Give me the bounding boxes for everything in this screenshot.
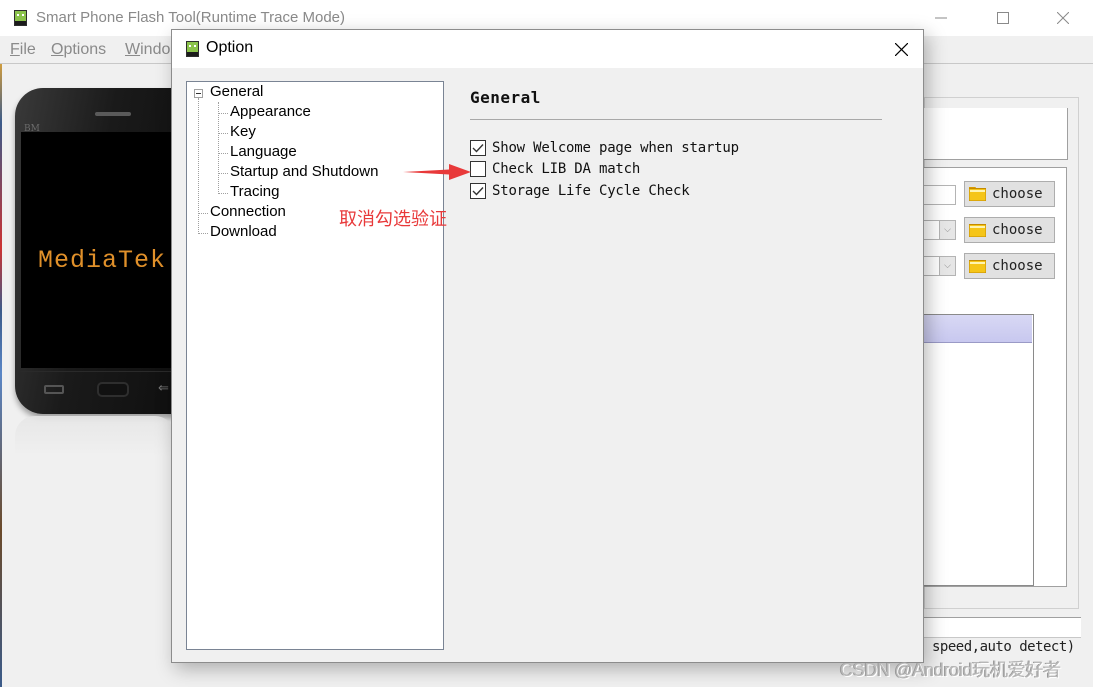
maximize-button[interactable]: [980, 0, 1026, 36]
choose-button-label: choose: [992, 222, 1043, 238]
tree-item-key[interactable]: Key: [230, 123, 256, 140]
desktop-background-strip: [0, 60, 2, 687]
tree-connector: [218, 193, 228, 194]
maximize-icon: [997, 12, 1009, 24]
menu-options-accel: O: [51, 41, 64, 58]
checkmark-icon: [472, 144, 484, 153]
partition-list-header[interactable]: [924, 315, 1032, 343]
option-show-welcome-page[interactable]: Show Welcome page when startup: [470, 139, 739, 157]
scatter-file-combo[interactable]: ⌵: [924, 220, 956, 240]
partition-list[interactable]: [924, 314, 1034, 586]
choose-button-2[interactable]: choose: [964, 217, 1055, 243]
annotation-arrow-icon: [403, 164, 471, 180]
choose-button-1[interactable]: choose: [964, 181, 1055, 207]
option-label: Show Welcome page when startup: [492, 140, 739, 156]
close-icon: [894, 42, 908, 56]
tree-connector: [218, 113, 228, 114]
tree-item-startup-and-shutdown[interactable]: Startup and Shutdown: [230, 163, 378, 180]
option-label: Check LIB DA match: [492, 161, 641, 177]
close-icon: [1057, 12, 1069, 24]
phone-speaker: [95, 112, 131, 116]
checkmark-icon: [472, 187, 484, 196]
tree-collapse-toggle[interactable]: [194, 89, 203, 98]
phone-reflection: [15, 416, 175, 456]
menu-window-accel: W: [125, 41, 141, 58]
tree-item-tracing[interactable]: Tracing: [230, 183, 279, 200]
choose-button-label: choose: [992, 258, 1043, 274]
status-bar-top: [924, 617, 1081, 637]
menu-options-label: ptions: [63, 41, 107, 58]
tree-item-language[interactable]: Language: [230, 143, 297, 160]
android-app-icon: [14, 10, 27, 26]
dialog-title: Option: [206, 39, 254, 56]
tree-connector: [218, 133, 228, 134]
option-check-lib-da-match[interactable]: Check LIB DA match: [470, 160, 640, 178]
main-top-box: [924, 108, 1068, 160]
section-title: General: [470, 88, 541, 107]
phone-home-key-icon: [97, 382, 129, 397]
chevron-down-icon[interactable]: ⌵: [939, 221, 955, 239]
auth-file-combo[interactable]: ⌵: [924, 256, 956, 276]
chevron-down-icon[interactable]: ⌵: [939, 257, 955, 275]
status-bar: speed,auto detect): [924, 637, 1081, 657]
tree-connector: [218, 153, 228, 154]
menu-file-accel: F: [10, 41, 20, 58]
option-storage-life-cycle-check[interactable]: Storage Life Cycle Check: [470, 182, 690, 200]
tree-connector: [218, 102, 219, 192]
menu-file-label: ile: [19, 41, 36, 58]
folder-icon: [969, 260, 986, 273]
tree-item-appearance[interactable]: Appearance: [230, 103, 311, 120]
minimize-button[interactable]: [918, 0, 964, 36]
tree-item-download[interactable]: Download: [210, 223, 277, 240]
file-path-input[interactable]: [924, 185, 956, 205]
dialog-close-button[interactable]: [887, 36, 915, 62]
minimize-icon: [935, 17, 947, 19]
tree-connector: [198, 213, 208, 214]
main-window-title: Smart Phone Flash Tool(Runtime Trace Mod…: [36, 9, 346, 26]
storage-life-cycle-checkbox[interactable]: [470, 183, 486, 199]
option-dialog: Option General Appearance Key Language S…: [171, 29, 924, 663]
tree-item-connection[interactable]: Connection: [210, 203, 286, 220]
status-text: speed,auto detect): [932, 639, 1075, 655]
phone-menu-key-icon: [44, 385, 64, 394]
menu-file[interactable]: File: [10, 41, 36, 59]
dialog-titlebar[interactable]: Option: [172, 30, 923, 68]
tree-connector: [198, 98, 199, 232]
menu-options[interactable]: Options: [51, 41, 106, 59]
android-app-icon: [186, 41, 199, 57]
phone-screen-text: MediaTek: [38, 246, 167, 275]
close-button[interactable]: [1040, 0, 1086, 36]
phone-back-key-icon: ⇐: [158, 381, 169, 396]
menu-window[interactable]: Windo: [125, 41, 170, 59]
option-label: Storage Life Cycle Check: [492, 183, 690, 199]
watermark: CSDN @Android玩机爱好者: [840, 660, 1061, 680]
tree-connector: [198, 233, 208, 234]
choose-button-3[interactable]: choose: [964, 253, 1055, 279]
section-divider: [470, 119, 882, 120]
tree-item-general[interactable]: General: [210, 83, 263, 100]
menu-window-label: indo: [140, 41, 171, 58]
choose-button-label: choose: [992, 186, 1043, 202]
folder-icon: [969, 187, 986, 201]
folder-icon: [969, 224, 986, 237]
screen: Smart Phone Flash Tool(Runtime Trace Mod…: [0, 0, 1093, 687]
annotation-text: 取消勾选验证: [339, 209, 447, 230]
show-welcome-checkbox[interactable]: [470, 140, 486, 156]
tree-connector: [218, 173, 228, 174]
